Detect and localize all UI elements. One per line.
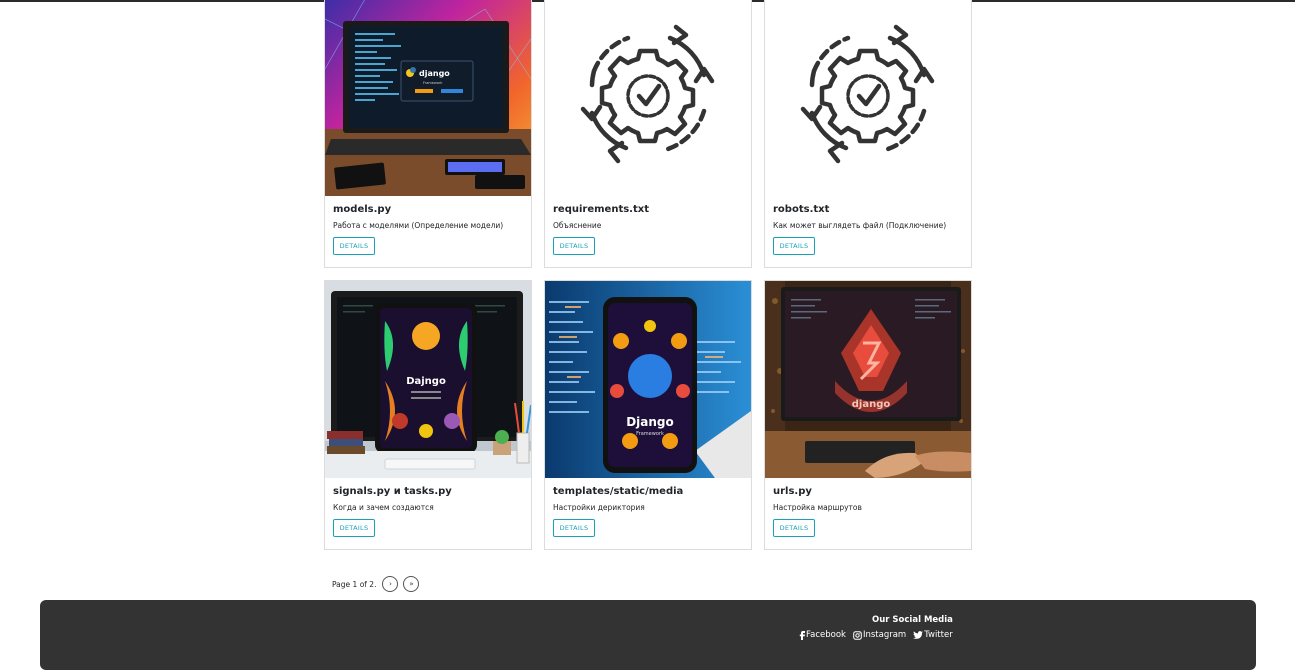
details-button[interactable]: DETAILS [773,519,815,537]
pagination: Page 1 of 2. › » [332,576,420,592]
svg-text:Dajngo: Dajngo [406,376,446,387]
social-links: Facebook Instagram Twitter [799,630,953,640]
card-text: Настройка маршрутов [773,503,862,512]
card-models: django Framework models.py Работа с моде… [324,0,532,268]
django-tablet-image: Dajngo [325,281,531,478]
instagram-label: Instagram [862,630,907,640]
django-laptop-image: django Framework [325,0,531,196]
card-title: signals.py и tasks.py [333,486,452,497]
details-button[interactable]: DETAILS [553,237,595,255]
svg-text:Framework: Framework [636,431,664,437]
card-title: urls.py [773,486,812,497]
details-button[interactable]: DETAILS [333,237,375,255]
twitter-label: Twitter [924,630,953,640]
card-text: Работа с моделями (Определение модели) [333,221,504,230]
card-title: templates/static/media [553,486,684,497]
social-media-title: Our Social Media [872,615,953,625]
card-title: robots.txt [773,204,830,215]
card-grid: django Framework models.py Работа с моде… [324,0,972,550]
card-title: requirements.txt [553,204,649,215]
card-urls: django urls.py Настройка маршрутов DETAI… [764,280,972,550]
facebook-link[interactable]: Facebook [799,630,846,640]
django-monitor-image: django [765,281,971,478]
svg-text:Django: Django [626,415,674,429]
django-phone-image: Django Framework [545,281,751,478]
card-text: Объяснение [553,221,602,230]
last-page-button[interactable]: » [403,576,420,592]
card-robots: robots.txt Как может выглядеть файл (Под… [764,0,972,268]
gear-check-icon [765,0,971,196]
svg-text:django: django [419,69,450,78]
card-text: Как может выглядеть файл (Подключение) [773,221,947,230]
card-text: Когда и зачем создаются [333,503,434,512]
instagram-icon [853,630,862,640]
page-indicator: Page 1 of 2. [332,579,377,589]
gear-check-icon [545,0,751,196]
svg-text:django: django [852,399,891,410]
card-text: Настройки дериктория [553,503,645,512]
facebook-icon [799,630,805,640]
footer: Our Social Media Facebook Instagram Twit… [40,600,1256,670]
details-button[interactable]: DETAILS [773,237,815,255]
twitter-icon [913,630,924,639]
details-button[interactable]: DETAILS [553,519,595,537]
svg-text:Framework: Framework [423,81,443,85]
card-signals: Dajngo signals.py и tasks.py Когда и зач… [324,280,532,550]
next-page-button[interactable]: › [382,576,399,592]
instagram-link[interactable]: Instagram [853,630,906,640]
card-requirements: requirements.txt Объяснение DETAILS [544,0,752,268]
twitter-link[interactable]: Twitter [913,630,953,640]
card-templates: Django Framework templates/static/media … [544,280,752,550]
facebook-label: Facebook [806,630,846,640]
details-button[interactable]: DETAILS [333,519,375,537]
card-title: models.py [333,204,392,215]
